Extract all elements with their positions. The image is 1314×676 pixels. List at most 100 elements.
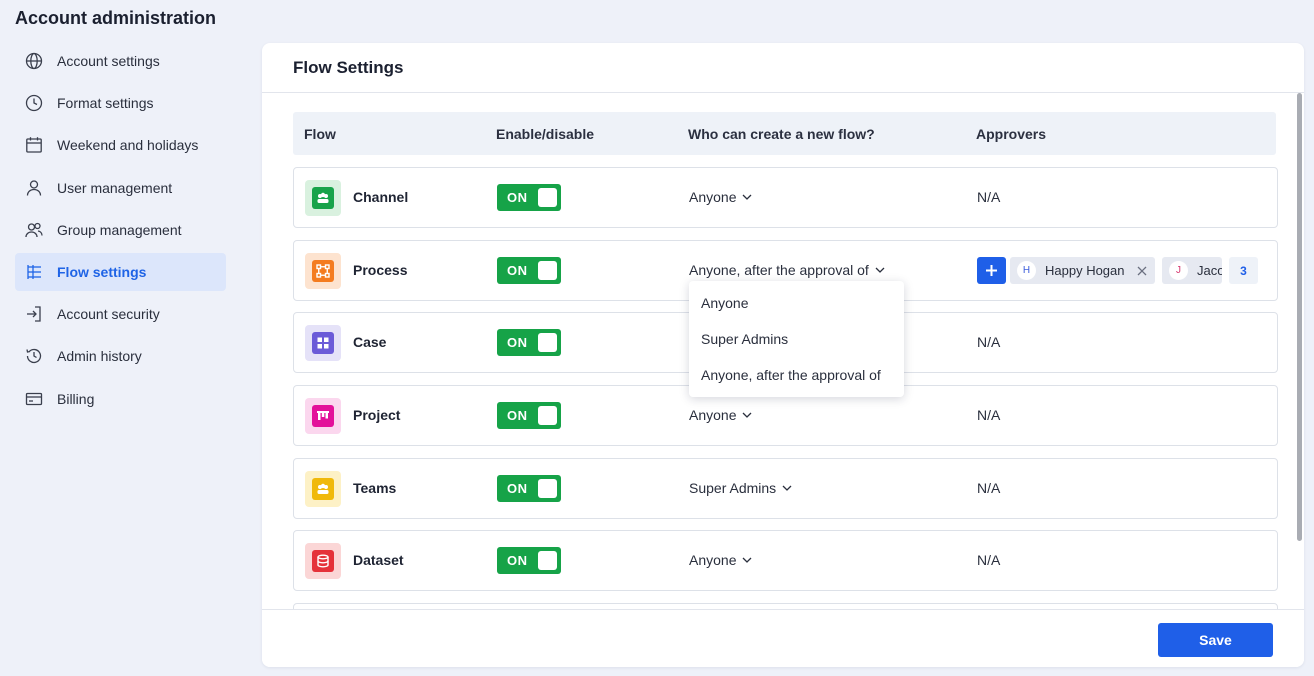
panel-title: Flow Settings <box>262 43 1304 93</box>
page-title: Account administration <box>15 8 217 28</box>
user-icon <box>25 179 43 197</box>
who-value: Anyone, after the approval of <box>689 262 869 278</box>
table-row-dataset: Dataset ON Anyone N/A <box>293 530 1278 591</box>
more-approvers-badge[interactable]: 3 <box>1229 257 1258 284</box>
toggle-knob <box>538 188 557 207</box>
flow-tree-icon <box>25 263 43 281</box>
table-row-teams: Teams ON Super Admins N/A <box>293 458 1278 519</box>
toggle-label: ON <box>507 335 528 350</box>
approver-name: Happy Hogan <box>1045 263 1125 278</box>
dropdown-option-anyone[interactable]: Anyone <box>689 285 904 321</box>
sidebar-item-weekend-holidays[interactable]: Weekend and holidays <box>15 126 226 164</box>
sidebar-item-format-settings[interactable]: Format settings <box>15 84 226 122</box>
who-value: Super Admins <box>689 480 777 496</box>
flow-name: Case <box>353 334 387 350</box>
teams-icon <box>305 471 341 507</box>
who-can-create-select[interactable]: Anyone <box>689 552 752 568</box>
project-icon <box>305 398 341 434</box>
sign-in-icon <box>25 305 43 323</box>
sidebar-item-label: Group management <box>57 221 182 238</box>
toggle-label: ON <box>507 408 528 423</box>
who-can-create-select[interactable]: Anyone, after the approval of <box>689 262 885 278</box>
column-header-enable: Enable/disable <box>496 126 595 142</box>
globe-icon <box>25 52 43 70</box>
flow-name: Teams <box>353 480 397 496</box>
toggle-knob <box>538 261 557 280</box>
credit-card-icon <box>25 390 43 408</box>
flow-name: Dataset <box>353 552 404 568</box>
column-header-approvers: Approvers <box>976 126 1047 142</box>
add-approver-button[interactable] <box>977 257 1006 284</box>
chevron-down-icon <box>875 267 885 273</box>
approvers-value: N/A <box>977 552 1001 568</box>
sidebar-item-label: Weekend and holidays <box>57 137 199 154</box>
sidebar-item-user-management[interactable]: User management <box>15 169 226 207</box>
who-value: Anyone <box>689 552 737 568</box>
case-icon <box>305 325 341 361</box>
sidebar-item-label: Account settings <box>57 53 160 69</box>
save-button[interactable]: Save <box>1158 623 1273 657</box>
who-can-create-select[interactable]: Anyone <box>689 407 752 423</box>
sidebar-item-label: Format settings <box>57 95 154 112</box>
sidebar-item-label: User management <box>57 179 173 196</box>
enable-toggle[interactable]: ON <box>497 547 561 574</box>
approver-chip[interactable]: J Jacob <box>1162 257 1222 284</box>
sidebar-item-group-management[interactable]: Group management <box>15 211 226 249</box>
column-header-who: Who can create a new flow? <box>688 126 875 142</box>
enable-toggle[interactable]: ON <box>497 329 561 356</box>
sidebar-item-account-settings[interactable]: Account settings <box>15 42 226 80</box>
flow-settings-panel: Flow Settings Flow Enable/disable Who ca… <box>262 43 1304 667</box>
history-icon <box>25 347 43 365</box>
toggle-label: ON <box>507 190 528 205</box>
clock-icon <box>25 94 43 112</box>
toggle-label: ON <box>507 263 528 278</box>
sidebar-item-label: Admin history <box>57 348 142 365</box>
sidebar-item-flow-settings[interactable]: Flow settings <box>15 252 226 291</box>
sidebar-item-billing[interactable]: Billing <box>15 380 226 418</box>
who-can-create-select[interactable]: Super Admins <box>689 480 792 496</box>
approvers-value: N/A <box>977 480 1001 496</box>
plus-icon <box>985 264 998 277</box>
enable-toggle[interactable]: ON <box>497 184 561 211</box>
chevron-down-icon <box>782 485 792 491</box>
column-header-flow: Flow <box>304 126 336 142</box>
dataset-icon <box>305 543 341 579</box>
approvers-value: N/A <box>977 334 1001 350</box>
approver-chip[interactable]: H Happy Hogan <box>1010 257 1155 284</box>
scrollbar[interactable] <box>1297 93 1302 541</box>
sidebar-item-account-security[interactable]: Account security <box>15 295 226 333</box>
approvers-value: N/A <box>977 407 1001 423</box>
calendar-icon <box>25 136 43 154</box>
sidebar-nav: Account settings Format settings Weekend… <box>15 42 226 422</box>
toggle-knob <box>538 406 557 425</box>
who-can-create-dropdown: Anyone Super Admins Anyone, after the ap… <box>689 281 904 397</box>
flow-name: Process <box>353 262 408 278</box>
enable-toggle[interactable]: ON <box>497 402 561 429</box>
enable-toggle[interactable]: ON <box>497 475 561 502</box>
sidebar-item-label: Billing <box>57 390 95 407</box>
flow-name: Channel <box>353 189 409 205</box>
dropdown-option-anyone-after-approval[interactable]: Anyone, after the approval of <box>689 357 904 393</box>
close-icon[interactable] <box>1137 266 1147 276</box>
who-can-create-select[interactable]: Anyone <box>689 189 752 205</box>
process-icon <box>305 253 341 289</box>
who-value: Anyone <box>689 407 737 423</box>
toggle-label: ON <box>507 553 528 568</box>
sidebar-item-label: Account security <box>57 306 160 323</box>
table-row-channel: Channel ON Anyone N/A <box>293 167 1278 228</box>
toggle-knob <box>538 479 557 498</box>
toggle-knob <box>538 551 557 570</box>
approvers-value: N/A <box>977 189 1001 205</box>
avatar: H <box>1017 261 1036 280</box>
sidebar-item-admin-history[interactable]: Admin history <box>15 337 226 375</box>
enable-toggle[interactable]: ON <box>497 257 561 284</box>
chevron-down-icon <box>742 194 752 200</box>
dropdown-option-super-admins[interactable]: Super Admins <box>689 321 904 357</box>
approver-name: Jacob <box>1197 263 1222 278</box>
users-icon <box>25 221 43 239</box>
toggle-knob <box>538 333 557 352</box>
chevron-down-icon <box>742 412 752 418</box>
toggle-label: ON <box>507 481 528 496</box>
sidebar-item-label: Flow settings <box>57 263 147 280</box>
panel-footer: Save <box>262 609 1304 667</box>
